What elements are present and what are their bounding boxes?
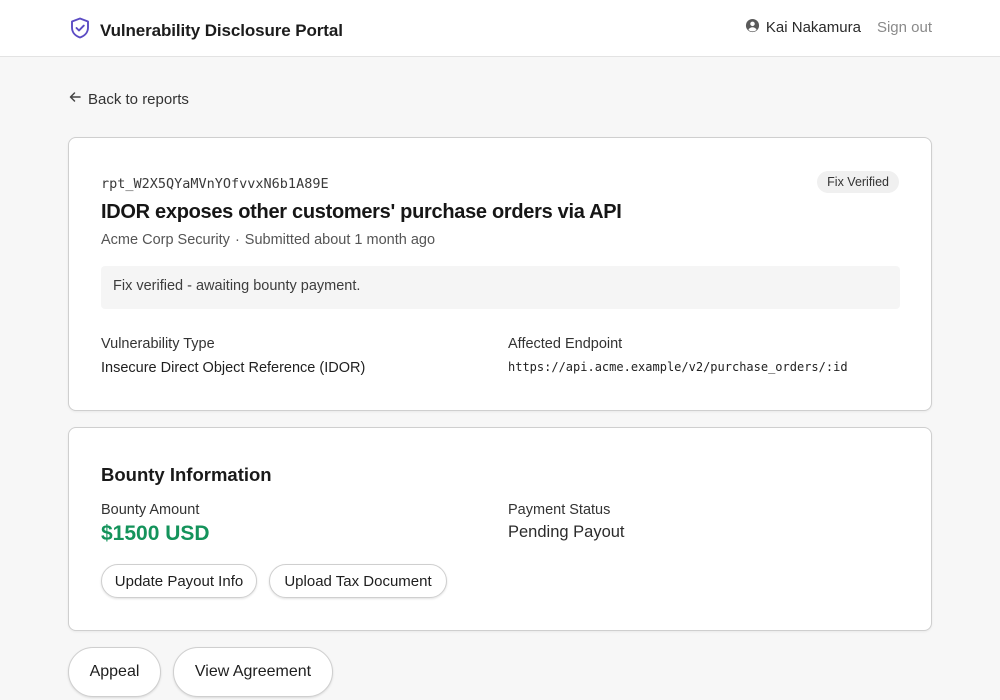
back-to-reports-link[interactable]: Back to reports [68, 90, 189, 108]
back-label: Back to reports [88, 90, 189, 108]
report-title: IDOR exposes other customers' purchase o… [101, 201, 622, 223]
payment-status-label: Payment Status [508, 502, 611, 518]
user-menu: Kai Nakamura Sign out [745, 18, 932, 37]
shield-check-icon [68, 16, 92, 45]
portal-title: Vulnerability Disclosure Portal [100, 20, 343, 40]
arrow-left-icon [68, 90, 88, 108]
top-bar: Vulnerability Disclosure Portal Kai Naka… [0, 0, 1000, 57]
payment-status-value: Pending Payout [508, 523, 625, 541]
report-id: rpt_W2X5QYaMVnYOfvvxN6b1A89E [101, 176, 329, 192]
bounty-amount-value: $1500 USD [101, 522, 210, 545]
bounty-amount-label: Bounty Amount [101, 502, 200, 518]
bounty-section-title: Bounty Information [101, 464, 272, 485]
view-agreement-button[interactable]: View Agreement [173, 647, 333, 697]
user-name: Kai Nakamura [765, 19, 861, 36]
status-badge: Fix Verified [817, 171, 899, 193]
vuln-type-value: Insecure Direct Object Reference (IDOR) [101, 360, 366, 376]
report-submitted: Submitted about 1 month ago [244, 232, 436, 248]
report-org: Acme Corp Security [101, 232, 230, 248]
endpoint-label: Affected Endpoint [508, 336, 623, 352]
brand[interactable]: Vulnerability Disclosure Portal [68, 16, 343, 45]
update-payout-button[interactable]: Update Payout Info [101, 564, 257, 598]
report-meta: Acme Corp Security · Submitted about 1 mon… [101, 232, 435, 248]
endpoint-value: https://api.acme.example/v2/purchase_ord… [508, 360, 848, 374]
bounty-card: Bounty Information Bounty Amount $1500 U… [68, 427, 932, 631]
status-notice: Fix verified - awaiting bounty payment. [101, 266, 900, 309]
upload-tax-document-button[interactable]: Upload Tax Document [269, 564, 447, 598]
report-details-card: rpt_W2X5QYaMVnYOfvvxN6b1A89E Fix Verifie… [68, 137, 932, 411]
appeal-button[interactable]: Appeal [68, 647, 161, 697]
meta-separator: · [234, 232, 240, 248]
user-circle-icon [745, 18, 766, 37]
vuln-type-label: Vulnerability Type [101, 336, 215, 352]
sign-out-link[interactable]: Sign out [877, 19, 932, 36]
